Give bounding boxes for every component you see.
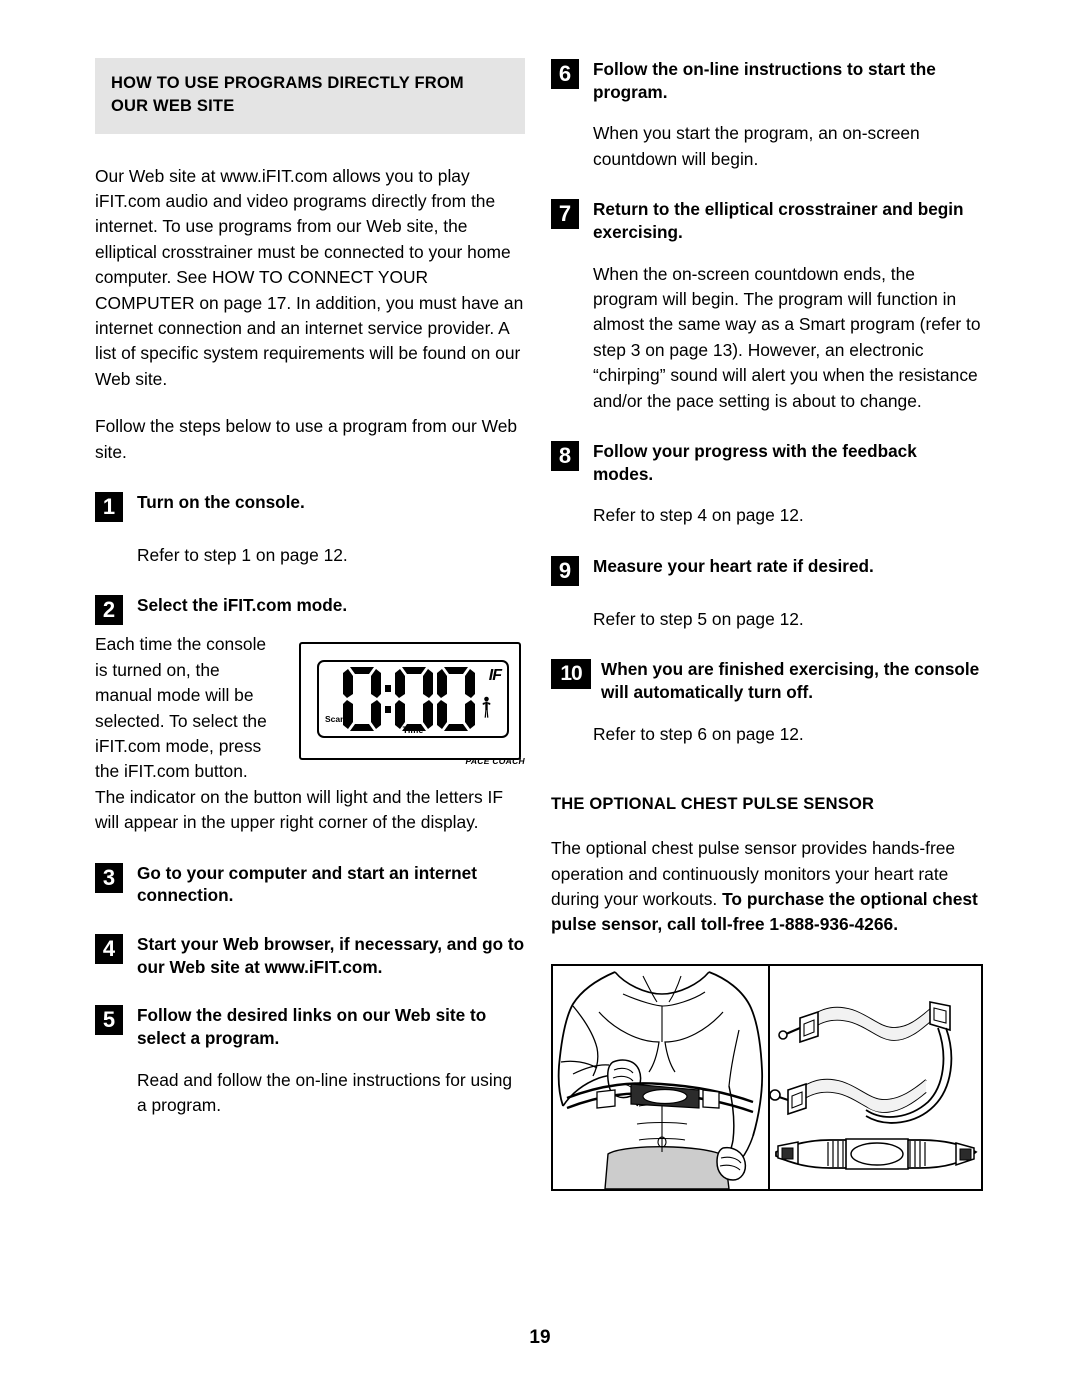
- lcd-time-label: Time: [402, 725, 424, 736]
- step-5-note: Read and follow the on-line instructions…: [137, 1069, 513, 1116]
- step-4-title: Start your Web browser, if necessary, an…: [137, 934, 525, 977]
- step-1-title: Turn on the console.: [137, 492, 305, 512]
- page-number: 19: [529, 1327, 551, 1348]
- step-6: 6 Follow the on-line instructions to sta…: [551, 58, 981, 103]
- step-7: 7 Return to the elliptical crosstrainer …: [551, 198, 981, 243]
- follow-steps-paragraph: Follow the steps below to use a program …: [95, 416, 518, 462]
- step-5-title: Follow the desired links on our Web site…: [137, 1005, 487, 1049]
- step-number-badge-8: 8: [551, 441, 579, 472]
- manual-page: HOW TO USE PROGRAMS DIRECTLY FROM OUR WE…: [0, 0, 1080, 1397]
- step-1: 1 Turn on the console.: [95, 491, 525, 525]
- step-number-badge-4: 4: [95, 934, 123, 965]
- step-9-title: Measure your heart rate if desired.: [593, 555, 874, 576]
- step-8-note: Refer to step 4 on page 12.: [593, 505, 804, 526]
- step-number-badge-1: 1: [95, 492, 123, 522]
- step-number-badge-10: 10: [551, 659, 591, 690]
- left-column: HOW TO USE PROGRAMS DIRECTLY FROM OUR WE…: [95, 58, 525, 1119]
- step-3-title: Go to your computer and start an interne…: [137, 862, 477, 906]
- section-heading-band: HOW TO USE PROGRAMS DIRECTLY FROM OUR WE…: [95, 58, 525, 134]
- chest-sensor-heading: THE OPTIONAL CHEST PULSE SENSOR: [551, 795, 875, 814]
- step-number-badge-3: 3: [95, 862, 123, 893]
- step-10-note: Refer to step 6 on page 12.: [593, 723, 804, 744]
- chest-sensor-paragraph: The optional chest pulse sensor provides…: [551, 836, 981, 938]
- lcd-colon: [385, 685, 391, 714]
- step-6-note: When you start the program, an on-screen…: [593, 123, 920, 169]
- ifit-indicator-icon: IF: [488, 667, 502, 685]
- step-9: 9 Measure your heart rate if desired.: [551, 555, 981, 589]
- right-column: 6 Follow the on-line instructions to sta…: [551, 58, 983, 1191]
- step-3: 3 Go to your computer and start an inter…: [95, 862, 525, 907]
- step-10: 10 When you are finished exercising, the…: [551, 658, 981, 703]
- seven-segment-digit-0-a: [343, 667, 381, 732]
- lcd-time-digits: [341, 665, 477, 733]
- step-2-body-with-figure: IF Scan Time PACE COACH Each time the co…: [95, 632, 525, 835]
- step-7-note: When the on-screen countdown ends, the p…: [593, 263, 981, 411]
- console-lcd-screen: IF Scan Time: [317, 660, 509, 739]
- chest-sensor-illustration: [551, 963, 983, 1191]
- seven-segment-digit-0-b: [395, 667, 433, 732]
- section-heading-line-1: HOW TO USE PROGRAMS DIRECTLY FROM: [111, 74, 464, 92]
- console-outer-frame: IF Scan Time: [299, 642, 521, 761]
- section-heading-line-2: OUR WEB SITE: [111, 96, 235, 115]
- step-8: 8 Follow your progress with the feedback…: [551, 440, 981, 485]
- pace-coach-person-icon: [482, 697, 491, 719]
- step-2-title: Select the iFIT.com mode.: [137, 595, 348, 616]
- step-9-note: Refer to step 5 on page 12.: [593, 608, 804, 629]
- step-number-badge-9: 9: [551, 555, 579, 586]
- step-number-badge-5: 5: [95, 1005, 123, 1036]
- step-number-badge-6: 6: [551, 59, 579, 89]
- step-6-title: Follow the on-line instructions to start…: [593, 59, 936, 102]
- step-number-badge-2: 2: [95, 595, 123, 626]
- step-1-note: Refer to step 1 on page 12.: [137, 545, 348, 565]
- step-4: 4 Start your Web browser, if necessary, …: [95, 933, 525, 978]
- seven-segment-digit-0-c: [437, 667, 475, 732]
- illustration-panel-torso: [553, 965, 769, 1189]
- pace-coach-label: PACE COACH: [465, 756, 525, 767]
- illustration-panel-sensor-parts: [770, 965, 981, 1189]
- intro-paragraph: Our Web site at www.iFIT.com allows you …: [95, 165, 524, 389]
- chest-strap-parts-drawing: [770, 965, 981, 1189]
- torso-with-chest-strap-drawing: [553, 965, 769, 1189]
- step-8-title: Follow your progress with the feedback m…: [593, 441, 917, 484]
- step-number-badge-7: 7: [551, 199, 579, 230]
- step-2: 2 Select the iFIT.com mode.: [95, 594, 525, 628]
- step-7-title: Return to the elliptical crosstrainer an…: [593, 199, 964, 242]
- console-display-figure: IF Scan Time PACE COACH: [293, 638, 525, 767]
- step-5: 5 Follow the desired links on our Web si…: [95, 1004, 525, 1049]
- lcd-scan-label: Scan: [325, 714, 346, 725]
- step-10-title: When you are finished exercising, the co…: [601, 659, 980, 702]
